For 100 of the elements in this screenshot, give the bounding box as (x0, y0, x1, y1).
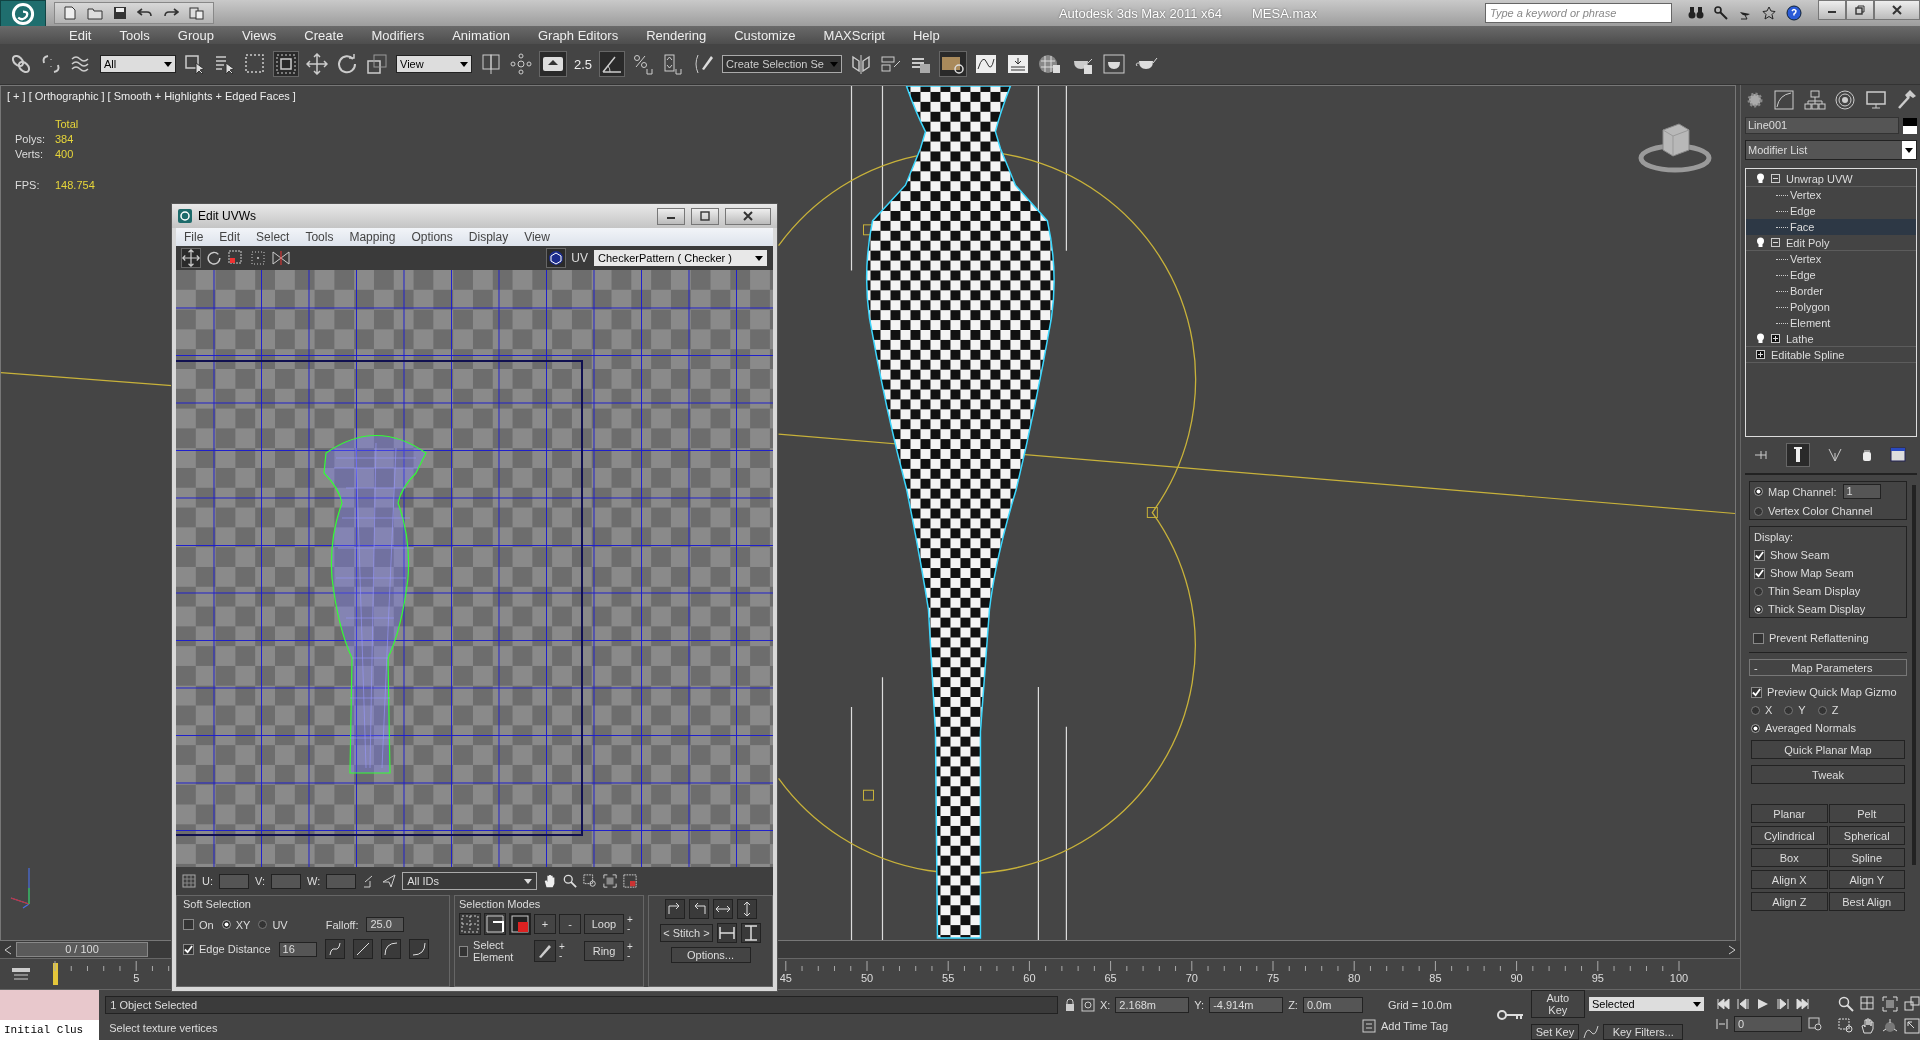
menu-item[interactable]: Select (248, 230, 298, 244)
mapping-button[interactable]: Best Align (1828, 892, 1905, 911)
reference-coordinate-dropdown[interactable]: View (396, 55, 472, 73)
dropdown-arrow-icon[interactable] (524, 878, 533, 884)
minus-box-icon[interactable] (1771, 238, 1780, 247)
zoom-region-icon[interactable] (1838, 1018, 1854, 1034)
schematic-icon[interactable] (1006, 53, 1031, 75)
sub-object-level-item[interactable]: Vertex (1746, 187, 1916, 203)
checkbox[interactable] (1753, 632, 1764, 644)
nodes-icon[interactable] (510, 53, 532, 75)
move-arrows-icon[interactable] (182, 249, 200, 267)
previous-frame-icon[interactable] (1736, 998, 1750, 1010)
plus-box-icon[interactable] (1756, 350, 1765, 359)
padlock-icon[interactable] (1063, 998, 1076, 1012)
time-tag-icon[interactable] (1361, 1019, 1376, 1033)
bar-icon[interactable] (1787, 444, 1810, 466)
keyboard-shortcut-icon[interactable] (540, 52, 566, 76)
percent-snap-icon[interactable] (632, 53, 655, 75)
uv-toggle[interactable]: UV (571, 251, 588, 265)
rotate-icon[interactable] (336, 53, 358, 75)
grow-ring-button[interactable]: + (627, 942, 639, 951)
material-ball-icon[interactable] (1038, 53, 1063, 75)
lightbulb-icon[interactable] (1756, 237, 1765, 248)
id-filter-dropdown[interactable]: All IDs (402, 872, 538, 890)
radio-button[interactable] (1784, 705, 1794, 715)
radio-button[interactable] (1751, 705, 1760, 715)
play-icon[interactable] (1756, 998, 1770, 1010)
maximize-button[interactable] (691, 207, 719, 225)
close-button[interactable] (725, 207, 771, 225)
window-crossing-icon[interactable] (274, 52, 298, 76)
menu-item[interactable]: Modifiers (357, 27, 439, 43)
fork-icon[interactable] (1827, 447, 1843, 463)
menu-item[interactable]: View (516, 230, 558, 244)
lightbulb-icon[interactable] (1756, 173, 1765, 184)
curve-icon[interactable] (1773, 89, 1796, 111)
menu-item[interactable]: Tools (105, 27, 164, 43)
snap-toggle[interactable]: 2.5 (574, 56, 593, 72)
spinner-snap-icon[interactable] (662, 53, 685, 75)
named-selection-dropdown[interactable]: Create Selection Se (722, 55, 843, 73)
zoom-icon[interactable] (1838, 996, 1854, 1012)
pin-icon[interactable] (1753, 448, 1770, 462)
key-filters-button[interactable]: Key Filters... (1603, 1024, 1684, 1040)
scale-icon[interactable] (228, 250, 244, 266)
help-icon[interactable] (1786, 5, 1802, 21)
next-frame-icon[interactable] (1776, 998, 1790, 1010)
key-mode-icon[interactable] (1716, 1018, 1728, 1030)
edge-distance-spinner[interactable]: 16 (278, 941, 317, 957)
broken-chain-icon[interactable] (40, 53, 62, 75)
checkbox[interactable] (459, 945, 469, 957)
sub-object-level-item[interactable]: Border (1746, 283, 1916, 299)
rollout-header[interactable]: - Map Parameters (1749, 659, 1907, 676)
radio-button[interactable] (258, 920, 268, 929)
minimize-button[interactable] (1818, 0, 1846, 20)
sub-object-level-item[interactable]: Edge (1746, 267, 1916, 283)
rotate-left-icon[interactable] (664, 899, 685, 919)
menu-item[interactable]: Edit (211, 230, 249, 244)
zoom-all-icon[interactable] (1860, 996, 1876, 1012)
x-coordinate-field[interactable]: 2.168m (1115, 997, 1190, 1013)
vertical-align-icon[interactable] (740, 923, 761, 943)
grow-button[interactable]: + (534, 914, 556, 934)
checkbox[interactable] (183, 943, 194, 955)
menu-item[interactable]: Options (403, 230, 461, 244)
scrollbar[interactable] (1912, 485, 1916, 865)
loop-button[interactable]: Loop (584, 914, 624, 934)
mapping-button[interactable]: Box (1751, 848, 1828, 867)
zoom-extents-icon[interactable] (603, 874, 618, 888)
star-icon[interactable] (1762, 6, 1776, 20)
go-to-end-icon[interactable] (1796, 998, 1810, 1010)
radio-button[interactable] (1751, 723, 1760, 733)
curve-editor-icon[interactable] (974, 53, 999, 75)
collapse-toggle[interactable]: - (1754, 661, 1758, 674)
maxscript-listener-field[interactable] (0, 990, 100, 1020)
angle-snap-icon[interactable] (600, 52, 625, 76)
radio-button[interactable] (1817, 705, 1827, 715)
map-channel-spinner[interactable]: 1 (1842, 484, 1881, 499)
folder-magnifier-icon[interactable] (940, 52, 967, 76)
maxscript-input-field[interactable]: Initial Clus (0, 1020, 100, 1040)
auto-key-button[interactable]: Auto Key (1530, 990, 1585, 1018)
grow-paint-button[interactable]: + (559, 942, 581, 951)
radio-button[interactable] (1754, 487, 1763, 496)
options-button[interactable]: Options... (670, 947, 751, 963)
teapot-frame-icon[interactable] (1102, 53, 1127, 75)
trash-can-icon[interactable] (1860, 448, 1873, 462)
menu-item[interactable]: Edit (55, 27, 106, 43)
grid-filter-icon[interactable] (623, 874, 638, 888)
paper-plane-icon[interactable] (382, 874, 397, 888)
plus-box-icon[interactable] (1771, 334, 1780, 343)
paint-select-icon[interactable] (534, 940, 556, 962)
s-curve-icon[interactable] (324, 939, 345, 959)
close-icon[interactable] (743, 211, 753, 221)
minus-box-icon[interactable] (1771, 174, 1780, 183)
mirror-icon[interactable] (272, 250, 290, 266)
dropdown-arrow-icon[interactable] (164, 61, 172, 67)
binoculars-icon[interactable] (1688, 6, 1704, 20)
modifier-stack-item[interactable]: Unwrap UVW (1746, 171, 1916, 187)
shrink-ring-button[interactable]: - (627, 951, 639, 960)
mapping-button[interactable]: Spherical (1828, 826, 1905, 845)
checkbox[interactable] (183, 919, 194, 930)
pencil-icon[interactable] (692, 53, 715, 75)
scale-icon[interactable] (366, 53, 388, 75)
